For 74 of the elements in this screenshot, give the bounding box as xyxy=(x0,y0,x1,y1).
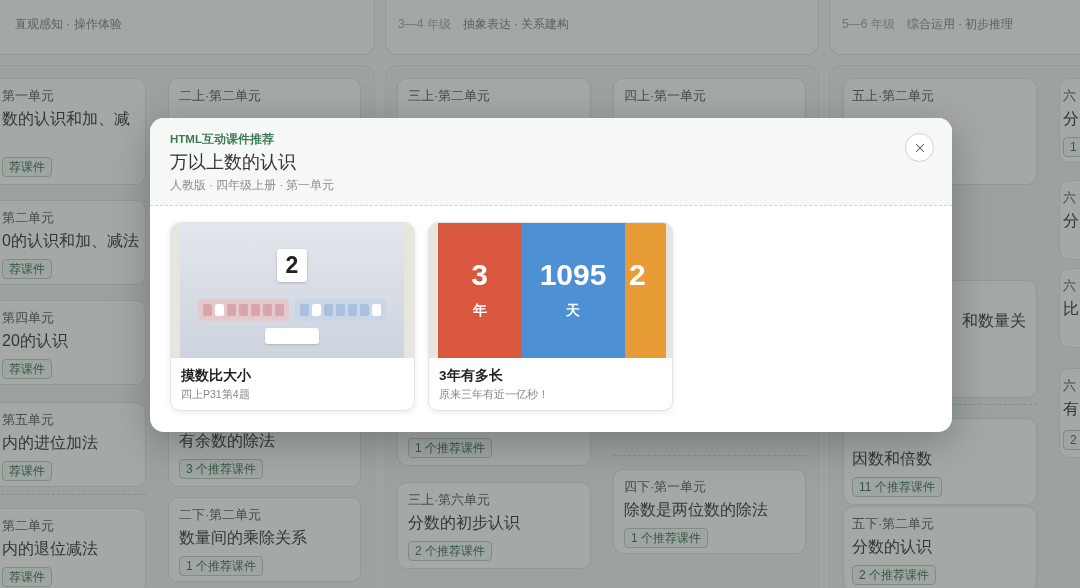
unit-card[interactable]: 第五单元 内的进位加法 荐课件 xyxy=(0,402,146,487)
courseware-count-tag: 2 个推荐课件 xyxy=(408,541,492,561)
unit-title: 比 xyxy=(1063,299,1079,319)
prompt-box xyxy=(265,328,319,344)
course-card[interactable]: 3 年 1095 天 2 3年有多长 原来三年有近一亿秒！ xyxy=(428,222,673,411)
courseware-count-tag: 荐课件 xyxy=(2,567,52,587)
unit-card[interactable]: 六 比 xyxy=(1059,268,1080,348)
courseware-count-tag: 1 个推荐课件 xyxy=(179,556,263,576)
unit-card[interactable]: 六 分 1 xyxy=(1059,78,1080,163)
courseware-count-tag: 3 个推荐课件 xyxy=(179,459,263,479)
courseware-count-tag: 1 个推荐课件 xyxy=(624,528,708,548)
unit-label: 六 xyxy=(1063,190,1077,206)
unit-title: 分 xyxy=(1063,109,1079,129)
unit-title: 分数的初步认识 xyxy=(408,513,520,533)
unit-title: 20的认识 xyxy=(2,331,68,351)
unit-title: 和数量关 xyxy=(962,311,1027,331)
unit-label: 五上·第二单元 xyxy=(852,88,936,104)
unit-label: 二上·第二单元 xyxy=(179,88,263,104)
unit-label: 三上·第二单元 xyxy=(408,88,492,104)
courseware-count-tag: 荐课件 xyxy=(2,157,52,177)
courseware-count-tag: 荐课件 xyxy=(2,359,52,379)
dialog-tag: HTML互动课件推荐 xyxy=(170,132,274,146)
unit-label: 三上·第六单元 xyxy=(408,492,492,508)
courseware-count-tag: 1 xyxy=(1063,137,1080,157)
stage-focus: 直观感知 · 操作体验 xyxy=(15,17,122,31)
courseware-count-tag: 荐课件 xyxy=(2,461,52,481)
unit-title: 因数和倍数 xyxy=(852,449,932,469)
unit-label: 第五单元 xyxy=(2,412,55,428)
stage-focus: 抽象表达 · 关系建构 xyxy=(462,17,570,31)
course-subtitle: 四上P31第4题 xyxy=(181,388,250,401)
unit-title: 分 xyxy=(1063,211,1079,231)
courseware-count-tag: 1 个推荐课件 xyxy=(408,438,492,458)
unit-label: 第四单元 xyxy=(2,310,55,326)
course-card[interactable]: 2 摸数比大小 四上P31第4题 xyxy=(170,222,415,411)
unit-title: 内的进位加法 xyxy=(2,433,98,453)
stat-panel: 1095 天 xyxy=(521,223,625,358)
unit-label: 五下·第二单元 xyxy=(852,516,936,532)
unit-title: 0的认识和加、减法 xyxy=(2,231,139,251)
unit-card[interactable]: 第四单元 20的认识 荐课件 xyxy=(0,300,146,385)
courseware-count-tag: 荐课件 xyxy=(2,259,52,279)
unit-card[interactable]: 第二单元 0的认识和加、减法 荐课件 xyxy=(0,200,146,285)
unit-card[interactable]: 六 分 xyxy=(1059,180,1080,260)
unit-label: 六 xyxy=(1063,88,1077,104)
unit-card[interactable]: 第二单元 内的退位减法 荐课件 xyxy=(0,508,146,588)
courseware-count-tag: 2 xyxy=(1063,430,1080,450)
unit-label: 六 xyxy=(1063,378,1077,394)
stage-focus: 综合运用 · 初步推理 xyxy=(906,17,1014,31)
stat-panel: 3 年 xyxy=(438,223,521,358)
unit-label: 六 xyxy=(1063,278,1077,294)
unit-title: 分数的认识 xyxy=(852,537,932,557)
unit-title: 数量间的乘除关系 xyxy=(179,528,307,548)
course-subtitle: 原来三年有近一亿秒！ xyxy=(439,388,549,401)
unit-card[interactable]: 因数和倍数 11 个推荐课件 xyxy=(843,418,1037,505)
unit-label: 二下·第二单元 xyxy=(179,507,263,523)
dialog-title: 万以上数的认识 xyxy=(170,151,296,174)
close-button[interactable] xyxy=(905,133,934,162)
unit-title: 有余数的除法 xyxy=(179,431,275,451)
number-card: 2 xyxy=(277,249,307,282)
courseware-count-tag: 2 个推荐课件 xyxy=(852,565,936,585)
stat-panel: 2 xyxy=(625,223,666,358)
dialog-meta: 人教版 · 四年级上册 · 第一单元 xyxy=(170,178,335,193)
unit-title: 内的退位减法 xyxy=(2,539,98,559)
unit-title: 除数是两位数的除法 xyxy=(624,500,768,520)
unit-card[interactable]: 六 有 2 xyxy=(1059,368,1080,458)
unit-title: 数的认识和加、减 xyxy=(2,109,130,129)
course-title: 3年有多长 xyxy=(439,367,503,384)
unit-card[interactable]: 二下·第二单元 数量间的乘除关系 1 个推荐课件 xyxy=(168,497,361,582)
unit-card[interactable]: 三上·第六单元 分数的初步认识 2 个推荐课件 xyxy=(397,482,591,569)
unit-card[interactable]: 五下·第二单元 分数的认识 2 个推荐课件 xyxy=(843,506,1037,588)
unit-title: 有 xyxy=(1063,399,1079,419)
courseware-count-tag: 11 个推荐课件 xyxy=(852,477,942,497)
course-title: 摸数比大小 xyxy=(181,367,251,384)
unit-label: 第二单元 xyxy=(2,518,55,534)
unit-label: 第二单元 xyxy=(2,210,55,226)
